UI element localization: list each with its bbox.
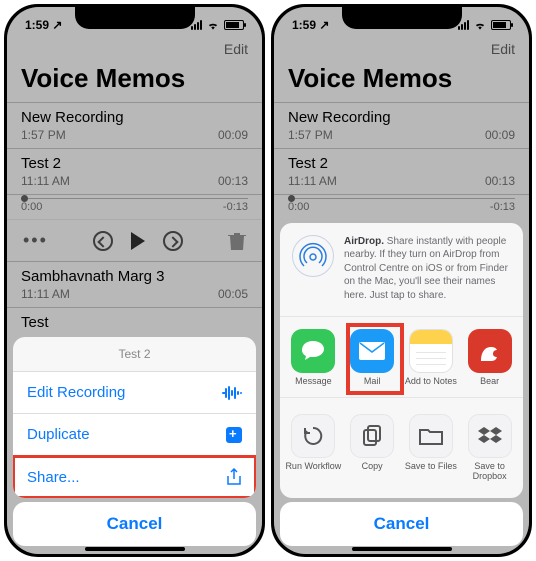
- notch: [342, 7, 462, 29]
- waveform-icon: [222, 386, 242, 400]
- dropbox-icon: [468, 414, 512, 458]
- share-app-message[interactable]: Message: [284, 329, 343, 387]
- action-label: Share...: [27, 469, 80, 486]
- workflow-icon: [291, 414, 335, 458]
- notes-icon: [409, 329, 453, 373]
- notch: [75, 7, 195, 29]
- share-app-mail[interactable]: Mail: [343, 329, 402, 387]
- sheet-title: Test 2: [13, 337, 256, 372]
- app-label: Bear: [460, 377, 519, 387]
- action-label: Edit Recording: [27, 384, 125, 401]
- mail-icon: [350, 329, 394, 373]
- action-save-files[interactable]: Save to Files: [402, 414, 461, 482]
- action-label: Duplicate: [27, 426, 90, 443]
- airdrop-icon: [292, 235, 334, 277]
- cancel-button[interactable]: Cancel: [13, 502, 256, 546]
- phone-right: 1:59 ↗ Edit Voice Memos New Recording 1:…: [271, 4, 532, 557]
- action-run-workflow[interactable]: Run Workflow: [284, 414, 343, 482]
- share-apps-row: Message Mail Add to Notes: [280, 317, 523, 393]
- home-indicator[interactable]: [85, 547, 185, 551]
- duplicate-icon: [226, 427, 242, 443]
- share-app-bear[interactable]: Bear: [460, 329, 519, 387]
- cancel-button[interactable]: Cancel: [280, 502, 523, 546]
- duplicate-button[interactable]: Duplicate: [13, 414, 256, 456]
- share-app-notes[interactable]: Add to Notes: [402, 329, 461, 387]
- copy-icon: [350, 414, 394, 458]
- action-save-dropbox[interactable]: Save to Dropbox: [460, 414, 519, 482]
- action-label: Save to Dropbox: [460, 462, 519, 482]
- share-button[interactable]: Share...: [13, 456, 256, 498]
- share-sheet: AirDrop. Share instantly with people nea…: [280, 223, 523, 498]
- message-icon: [291, 329, 335, 373]
- app-label: Message: [284, 377, 343, 387]
- share-actions-row: Run Workflow Copy Save to Files Save to …: [280, 402, 523, 488]
- action-label: Run Workflow: [284, 462, 343, 472]
- airdrop-section[interactable]: AirDrop. Share instantly with people nea…: [280, 223, 523, 318]
- share-icon: [226, 468, 242, 486]
- phone-left: 1:59 ↗ Edit Voice Memos New Recording 1:…: [4, 4, 265, 557]
- action-label: Copy: [343, 462, 402, 472]
- app-label: Mail: [343, 377, 402, 387]
- home-indicator[interactable]: [352, 547, 452, 551]
- app-label: Add to Notes: [402, 377, 461, 387]
- action-sheet: Test 2 Edit Recording Duplicate Share...: [13, 337, 256, 498]
- folder-icon: [409, 414, 453, 458]
- bear-icon: [468, 329, 512, 373]
- airdrop-text: AirDrop. Share instantly with people nea…: [344, 235, 511, 303]
- action-copy[interactable]: Copy: [343, 414, 402, 482]
- action-label: Save to Files: [402, 462, 461, 472]
- edit-recording-button[interactable]: Edit Recording: [13, 372, 256, 414]
